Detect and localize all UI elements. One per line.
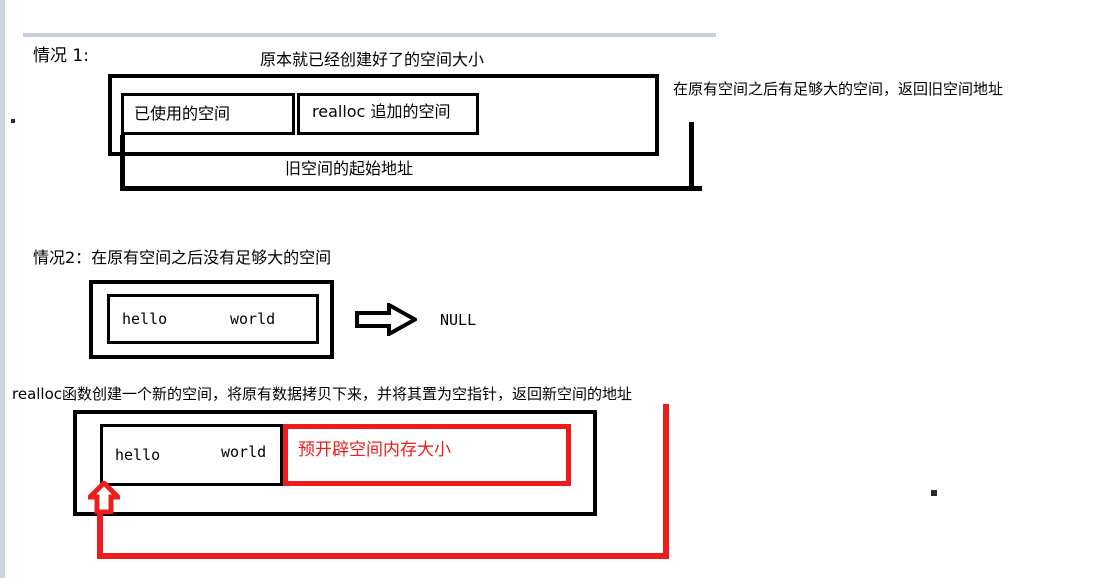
section3-string-left: hello xyxy=(115,446,161,464)
section1-realloc-added-label: realloc 追加的空间 xyxy=(312,102,451,121)
section1-title: 情况 1: xyxy=(33,46,89,66)
section1-pointer-line-horizontal xyxy=(120,186,702,191)
left-accent-rail xyxy=(0,0,5,578)
section3-return-path-left xyxy=(97,508,103,559)
section1-note-tick-line xyxy=(689,122,694,188)
section1-top-caption: 原本就已经创建好了的空间大小 xyxy=(260,50,485,69)
top-divider xyxy=(23,33,716,37)
section2-title: 情况2：在原有空间之后没有足够大的空间 xyxy=(33,248,332,267)
section1-old-address-caption: 旧空间的起始地址 xyxy=(285,159,414,178)
arrow-up-hollow-red-icon xyxy=(83,479,125,515)
section3-caption: realloc函数创建一个新的空间，将原有数据拷贝下来，并将其置为空指针，返回新… xyxy=(12,385,633,403)
section2-string-right: world xyxy=(230,310,276,328)
arrow-right-hollow-icon xyxy=(355,301,420,338)
section1-right-note: 在原有空间之后有足够大的空间，返回旧空间地址 xyxy=(673,80,1004,98)
stray-mark-left xyxy=(11,119,15,123)
section3-return-path-bottom xyxy=(97,553,669,559)
section2-string-left: hello xyxy=(122,310,168,328)
section1-used-space-label: 已使用的空间 xyxy=(134,104,231,123)
section2-null-result: NULL xyxy=(440,311,477,329)
section1-pointer-line-vertical xyxy=(120,135,125,188)
section3-return-path-right xyxy=(663,404,669,559)
section3-string-right: world xyxy=(221,443,267,461)
stray-mark-right xyxy=(931,490,937,496)
section3-preallocated-label: 预开辟空间内存大小 xyxy=(298,440,451,460)
whiteboard-canvas: 情况 1: 原本就已经创建好了的空间大小 已使用的空间 realloc 追加的空… xyxy=(0,0,1108,578)
